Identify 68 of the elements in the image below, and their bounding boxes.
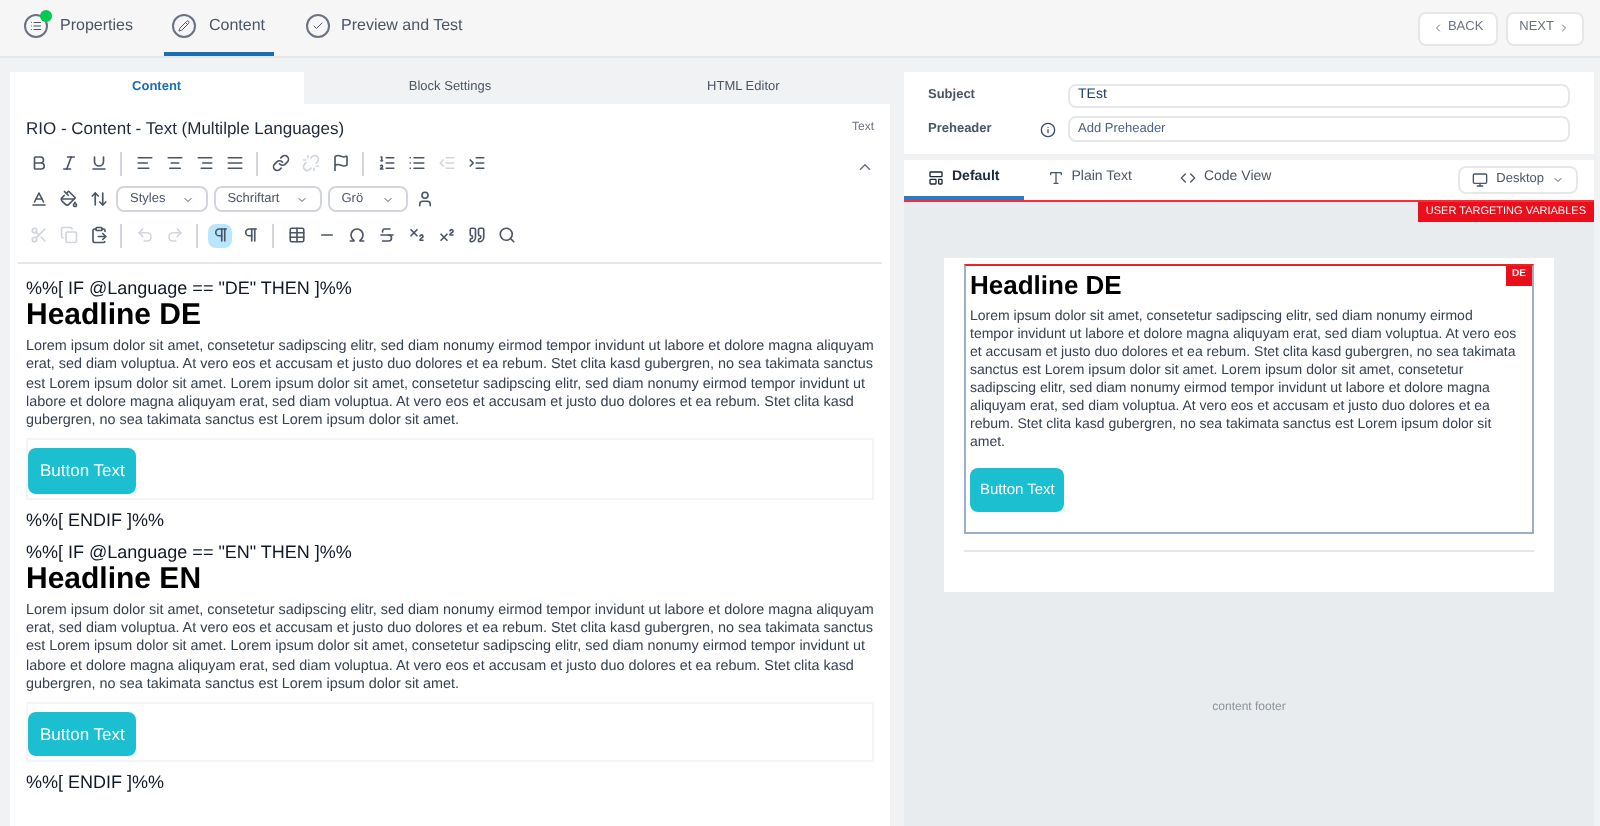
strikethrough-button[interactable] [374, 223, 398, 248]
pilcrow-icon [211, 226, 229, 245]
block-title: RIO - Content - Text (Multilple Languages) [26, 116, 345, 142]
caret-icon [381, 193, 394, 206]
info-icon[interactable] [1040, 121, 1056, 137]
bullet-list-icon [407, 154, 425, 173]
text-color-icon [29, 190, 47, 209]
layout-icon [928, 170, 944, 186]
paste-icon [89, 226, 107, 245]
person-icon [416, 190, 435, 209]
monitor-icon [1472, 172, 1489, 188]
text-icon [1047, 170, 1064, 186]
paste-button[interactable] [86, 223, 110, 248]
table-button[interactable] [284, 223, 308, 248]
bold-icon [29, 154, 47, 173]
flag-icon [331, 154, 349, 173]
indent-icon [467, 154, 485, 173]
headline: Headline DE [970, 270, 1122, 301]
template-code-line: %%[ IF @Language == "DE" THEN ]%% [26, 277, 354, 300]
pilcrow-icon [241, 226, 259, 245]
flag-button[interactable] [328, 151, 352, 176]
align-right-icon [195, 154, 213, 173]
quote-button[interactable] [464, 223, 488, 248]
chevron-left-icon [1431, 22, 1444, 34]
cut-icon [29, 226, 47, 245]
numbered-list-icon [377, 154, 395, 173]
headline: Headline EN [26, 563, 204, 594]
text-color-button[interactable] [26, 187, 50, 212]
search-icon [497, 226, 515, 245]
quote-icon [467, 226, 485, 245]
outdent-icon [437, 154, 455, 173]
underline-icon [89, 154, 107, 173]
copy-icon [59, 226, 77, 245]
wizard-step-tab[interactable]: Preview and Test [297, 0, 471, 56]
search-button[interactable] [494, 223, 518, 248]
align-center-icon [165, 154, 183, 173]
wizard-step-tab[interactable]: Content [164, 0, 273, 56]
unlink-icon [301, 154, 319, 173]
caret-icon [181, 193, 194, 206]
background-color-button[interactable] [56, 187, 80, 212]
headline: Headline DE [26, 299, 204, 330]
caret-icon [295, 193, 308, 206]
justify-icon [225, 154, 243, 173]
omega-icon [347, 226, 365, 245]
undo-icon [135, 226, 153, 245]
link-button[interactable] [268, 151, 292, 176]
pilcrow-button[interactable] [208, 223, 232, 248]
code-icon [1179, 170, 1196, 186]
superscript-icon [437, 226, 455, 245]
link-icon [271, 154, 289, 173]
strikethrough-icon [377, 226, 395, 245]
align-left-icon [135, 154, 153, 173]
omega-button[interactable] [344, 223, 368, 248]
italic-icon [59, 154, 77, 173]
template-code-line: %%[ ENDIF ]%% [26, 509, 167, 532]
line-height-icon [89, 190, 107, 209]
line-height-button[interactable] [86, 187, 110, 212]
wizard-step-tab[interactable]: Properties [16, 0, 141, 56]
template-code-line: %%[ IF @Language == "EN" THEN ]%% [26, 541, 354, 564]
chevron-right-icon [1558, 22, 1570, 34]
underline-button[interactable] [86, 151, 110, 176]
subscript-icon [407, 226, 425, 245]
redo-icon [165, 226, 183, 245]
table-icon [287, 226, 305, 245]
template-code-line: %%[ ENDIF ]%% [26, 772, 167, 795]
background-color-icon [59, 190, 77, 209]
numbered-list-button[interactable] [374, 151, 398, 176]
caret-icon [1552, 174, 1564, 186]
